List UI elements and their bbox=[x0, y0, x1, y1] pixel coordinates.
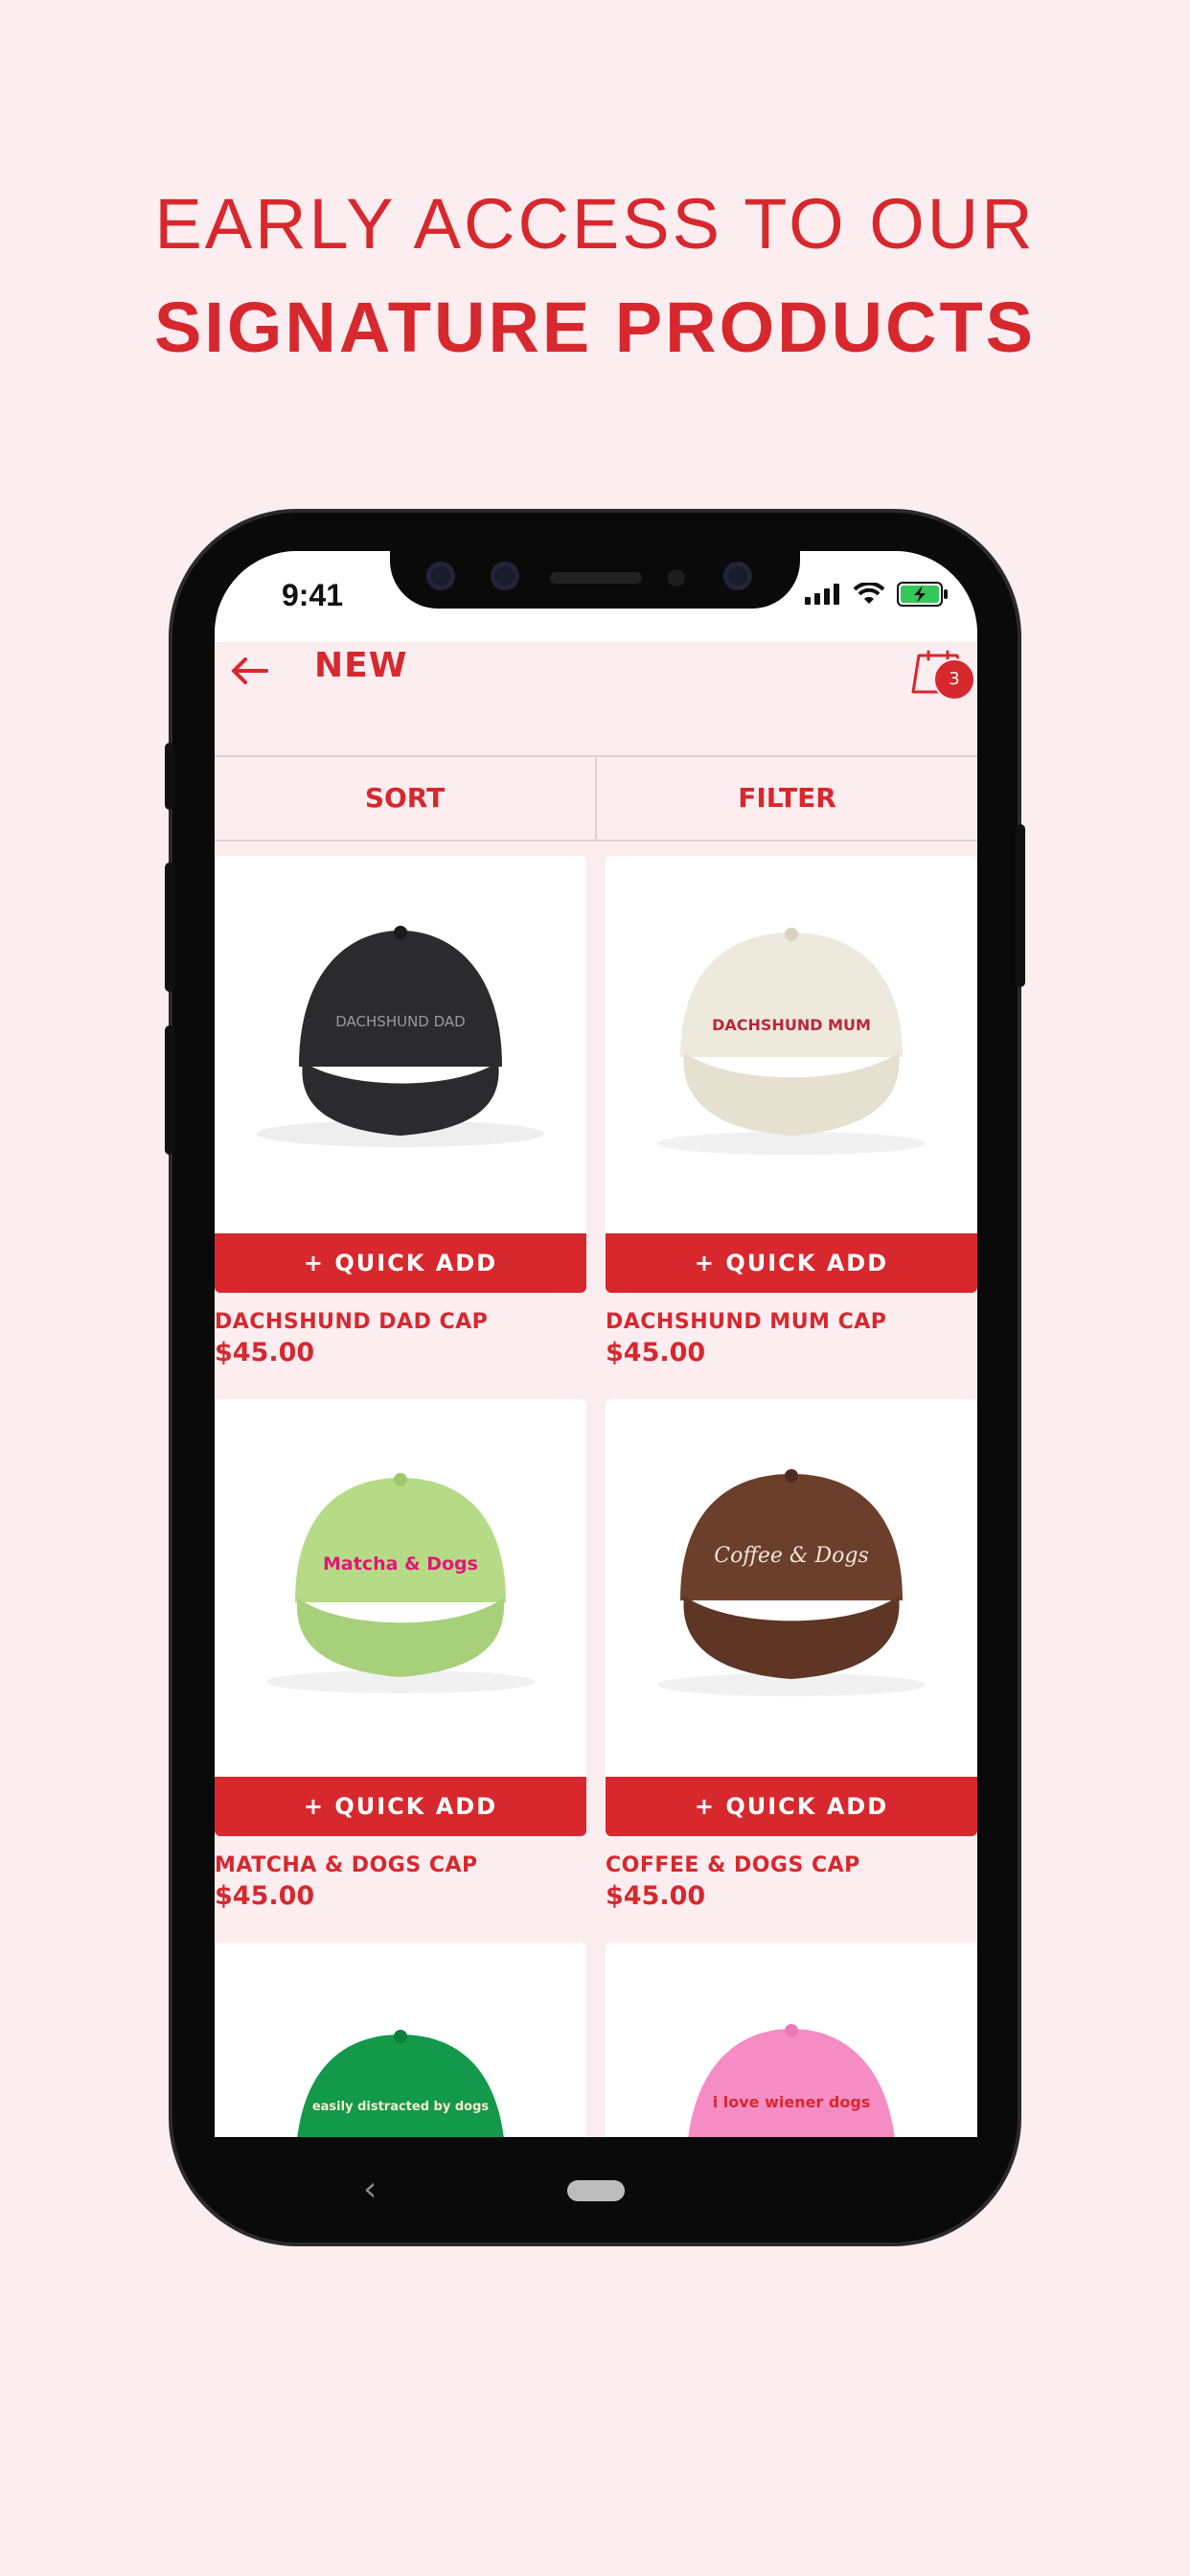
battery-charging-icon bbox=[897, 582, 948, 607]
product-card[interactable]: i love wiener dogs bbox=[606, 1943, 977, 2137]
product-image[interactable]: Coffee & Dogs bbox=[606, 1399, 977, 1777]
nav-back-icon[interactable]: ‹ bbox=[363, 2170, 377, 2209]
cap-text: easily distracted by dogs bbox=[312, 2100, 490, 2114]
cap-image: Coffee & Dogs bbox=[657, 1469, 926, 1696]
earpiece-speaker bbox=[550, 572, 642, 584]
product-image[interactable]: DACHSHUND DAD bbox=[215, 856, 586, 1233]
product-card[interactable]: easily distracted by dogs bbox=[215, 1943, 586, 2137]
android-nav-bar: ‹ bbox=[215, 2137, 977, 2242]
nav-home-pill[interactable] bbox=[567, 2180, 625, 2201]
product-card[interactable]: DACHSHUND MUM + QUICK ADD DACHSHUND MUM … bbox=[606, 856, 977, 1368]
product-card[interactable]: Coffee & Dogs + QUICK ADD COFFEE & DOGS … bbox=[606, 1399, 977, 1911]
cap-text: Coffee & Dogs bbox=[714, 1544, 869, 1568]
headline-line-1: EARLY ACCESS TO OUR bbox=[154, 184, 1036, 264]
phone-mute-button bbox=[165, 743, 174, 810]
headline-line-2: SIGNATURE PRODUCTS bbox=[153, 288, 1037, 367]
product-name[interactable]: DACHSHUND MUM CAP bbox=[606, 1310, 977, 1334]
product-image[interactable]: easily distracted by dogs bbox=[215, 1943, 586, 2137]
sort-button[interactable]: SORT bbox=[215, 757, 597, 840]
product-name[interactable]: DACHSHUND DAD CAP bbox=[215, 1310, 586, 1334]
camera-notch bbox=[390, 551, 800, 609]
cap-text: Matcha & Dogs bbox=[323, 1553, 478, 1575]
front-camera-2-icon bbox=[723, 562, 752, 590]
product-name[interactable]: MATCHA & DOGS CAP bbox=[215, 1853, 586, 1877]
cap-image: easily distracted by dogs bbox=[297, 2030, 504, 2137]
promo-headline: EARLY ACCESS TO OUR SIGNATURE PRODUCTS bbox=[0, 172, 1190, 380]
cap-image: i love wiener dogs bbox=[688, 2024, 895, 2137]
product-price: $45.00 bbox=[606, 1338, 706, 1368]
phone-frame: 9:41 NEW 3 SORT FILTER DACHSHUND DAD + Q… bbox=[165, 513, 1025, 2242]
phone-power-button bbox=[1016, 824, 1025, 987]
cap-crown bbox=[299, 931, 502, 1067]
cap-image: DACHSHUND DAD bbox=[257, 926, 544, 1147]
cap-text: i love wiener dogs bbox=[713, 2093, 871, 2111]
quick-add-button[interactable]: + QUICK ADD bbox=[215, 1233, 586, 1293]
system-icons bbox=[805, 582, 949, 607]
cap-text: DACHSHUND DAD bbox=[335, 1013, 465, 1030]
product-price: $45.00 bbox=[606, 1881, 706, 1911]
sort-filter-bar: SORT FILTER bbox=[215, 755, 977, 841]
app-header: NEW 3 bbox=[215, 642, 977, 728]
page-title: NEW bbox=[314, 646, 408, 685]
filter-button[interactable]: FILTER bbox=[597, 757, 977, 840]
phone-volume-down-button bbox=[165, 1025, 174, 1155]
product-card[interactable]: Matcha & Dogs + QUICK ADD MATCHA & DOGS … bbox=[215, 1399, 586, 1911]
back-arrow-icon[interactable] bbox=[228, 652, 270, 690]
front-camera-icon bbox=[491, 562, 519, 590]
product-card[interactable]: DACHSHUND DAD + QUICK ADD DACHSHUND DAD … bbox=[215, 856, 586, 1368]
product-price: $45.00 bbox=[215, 1338, 315, 1368]
proximity-sensor bbox=[668, 569, 685, 586]
sensor-icon bbox=[426, 562, 455, 590]
product-price: $45.00 bbox=[215, 1881, 315, 1911]
quick-add-button[interactable]: + QUICK ADD bbox=[606, 1777, 977, 1836]
product-image[interactable]: Matcha & Dogs bbox=[215, 1399, 586, 1777]
cap-image: Matcha & Dogs bbox=[266, 1473, 535, 1693]
cap-image: DACHSHUND MUM bbox=[657, 928, 926, 1155]
product-name[interactable]: COFFEE & DOGS CAP bbox=[606, 1853, 977, 1877]
product-image[interactable]: i love wiener dogs bbox=[606, 1943, 977, 2137]
phone-volume-up-button bbox=[165, 862, 174, 992]
quick-add-button[interactable]: + QUICK ADD bbox=[215, 1777, 586, 1836]
status-bar: 9:41 bbox=[215, 551, 977, 642]
wifi-icon bbox=[853, 583, 885, 604]
status-time: 9:41 bbox=[282, 578, 344, 612]
product-image[interactable]: DACHSHUND MUM bbox=[606, 856, 977, 1233]
cart-count-badge: 3 bbox=[933, 658, 975, 701]
signal-icon bbox=[805, 584, 839, 605]
quick-add-button[interactable]: + QUICK ADD bbox=[606, 1233, 977, 1293]
cap-text: DACHSHUND MUM bbox=[712, 1016, 871, 1034]
app-screen: 9:41 NEW 3 SORT FILTER DACHSHUND DAD + Q… bbox=[215, 551, 977, 2137]
